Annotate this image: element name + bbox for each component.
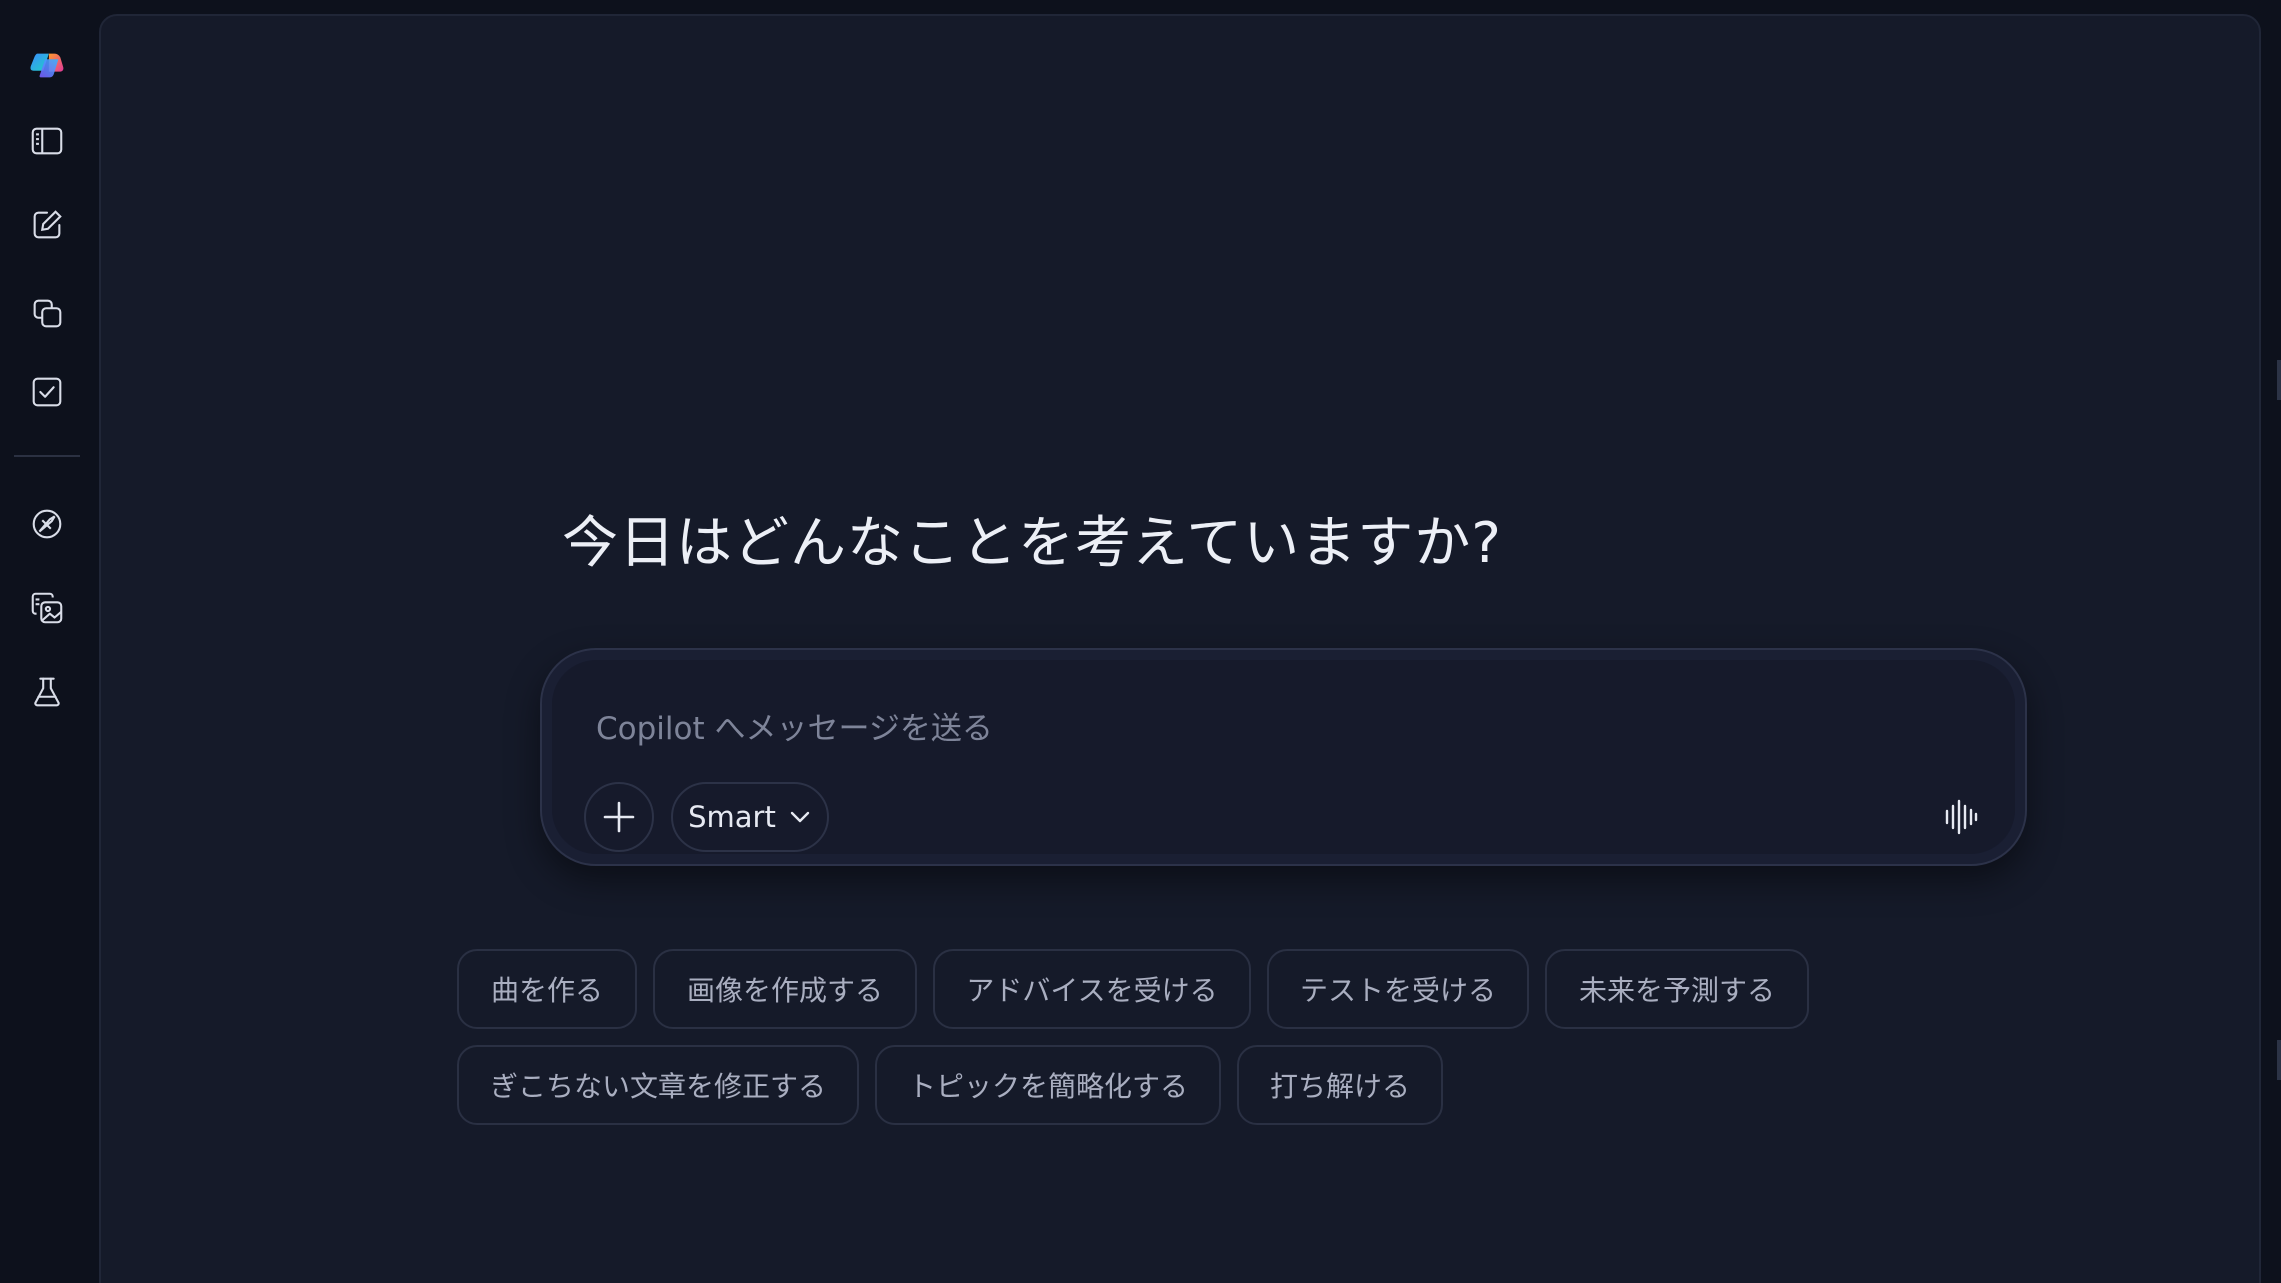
copilot-app: 今日はどんなことを考えていますか? Smart — [0, 0, 2281, 1283]
image-gallery-button[interactable] — [22, 583, 72, 633]
new-chat-button[interactable] — [22, 200, 72, 250]
voice-input-button[interactable] — [1939, 795, 1983, 839]
copy-pages-icon — [33, 299, 62, 328]
scrollbar-marker[interactable] — [2277, 360, 2281, 400]
tasks-button[interactable] — [22, 367, 72, 417]
suggestion-chip[interactable]: 未来を予測する — [1545, 949, 1809, 1029]
suggestion-chip[interactable]: テストを受ける — [1267, 949, 1529, 1029]
labs-button[interactable] — [22, 667, 72, 717]
compose-icon — [33, 210, 62, 239]
page-title: 今日はどんなことを考えていますか? — [562, 511, 1502, 576]
pages-button[interactable] — [22, 288, 72, 338]
add-attachment-button[interactable] — [584, 782, 654, 852]
discover-button[interactable] — [22, 499, 72, 549]
chevron-down-icon — [790, 811, 810, 823]
main-panel: 今日はどんなことを考えていますか? Smart — [99, 14, 2261, 1283]
voice-waveform-icon — [1945, 799, 1978, 835]
left-rail — [0, 0, 98, 1283]
suggestion-chip[interactable]: 画像を作成する — [653, 949, 917, 1029]
suggestion-chip[interactable]: ぎこちない文章を修正する — [457, 1045, 859, 1125]
message-composer: Smart — [540, 648, 2027, 866]
flask-icon — [34, 677, 60, 707]
compass-icon — [32, 509, 62, 539]
image-gallery-icon — [31, 592, 63, 624]
message-input[interactable] — [594, 702, 1898, 756]
suggestion-chip[interactable]: アドバイスを受ける — [933, 949, 1251, 1029]
suggestion-chip[interactable]: トピックを簡略化する — [875, 1045, 1221, 1125]
mode-label: Smart — [688, 800, 776, 834]
scrollbar-marker[interactable] — [2277, 1040, 2281, 1080]
checkbox-icon — [32, 377, 62, 407]
toggle-sidebar-button[interactable] — [22, 116, 72, 166]
mode-select-button[interactable]: Smart — [671, 782, 829, 852]
suggestion-chip[interactable]: 曲を作る — [457, 949, 637, 1029]
rail-divider — [14, 455, 80, 457]
composer-surface: Smart — [552, 660, 2015, 854]
copilot-logo[interactable] — [22, 40, 72, 90]
sidebar-icon — [31, 127, 63, 155]
copilot-logo-icon — [30, 53, 64, 78]
suggestion-chip[interactable]: 打ち解ける — [1237, 1045, 1443, 1125]
plus-icon — [603, 801, 635, 833]
